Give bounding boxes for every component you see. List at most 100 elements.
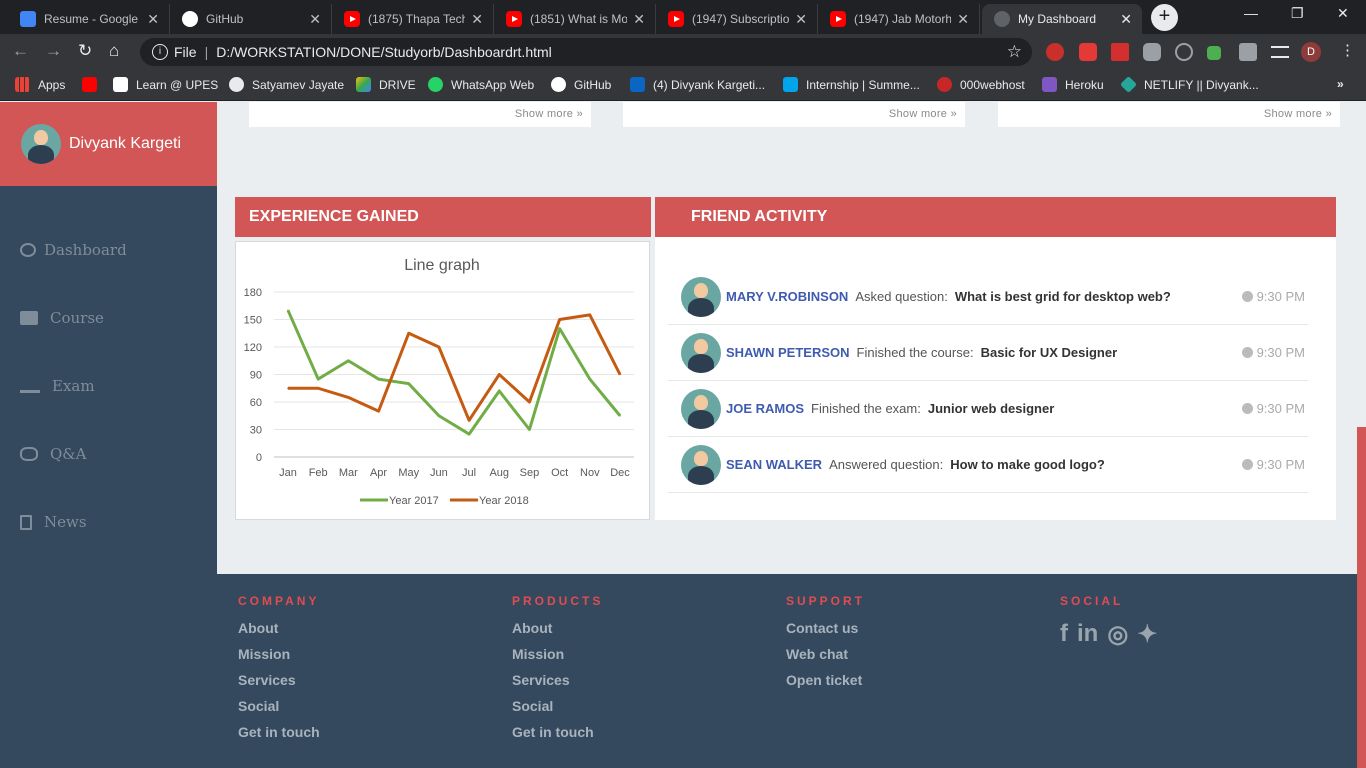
sidebar-item-exam[interactable]: Exam — [20, 377, 95, 395]
extensions-puzzle-icon[interactable] — [1239, 43, 1257, 61]
bookmark-label: Heroku — [1065, 77, 1104, 92]
profile-avatar[interactable]: D — [1301, 42, 1321, 62]
bookmark-label: Learn @ UPES — [136, 77, 219, 92]
tab-youtube-1[interactable]: (1875) Thapa Technical ✕ — [332, 4, 494, 34]
footer-link[interactable]: Get in touch — [512, 724, 603, 750]
show-more-label: Show more — [888, 108, 948, 120]
footer-link[interactable]: Services — [512, 672, 603, 698]
menu-kebab-icon[interactable]: ⋮ — [1340, 41, 1355, 59]
friend-name[interactable]: SHAWN PETERSON — [726, 345, 850, 360]
extension-green-icon[interactable] — [1207, 46, 1221, 60]
show-more-label: Show more — [1263, 108, 1323, 120]
footer-link[interactable]: Services — [238, 672, 320, 698]
footer-heading: COMPANY — [238, 594, 320, 608]
close-icon[interactable]: ✕ — [309, 11, 321, 28]
footer-link[interactable]: Contact us — [786, 620, 865, 646]
footer-heading: PRODUCTS — [512, 594, 604, 608]
clock-icon — [1241, 403, 1253, 414]
tab-youtube-4[interactable]: (1947) Jab Motorh ✕ — [818, 4, 980, 34]
friend-name[interactable]: JOE RAMOS — [726, 401, 804, 416]
clock-icon — [1241, 459, 1253, 470]
more-bookmarks-icon[interactable]: » — [1337, 77, 1344, 91]
bookmark-linkedin[interactable]: (4) Divyank Kargeti... — [630, 77, 765, 92]
footer-link[interactable]: About — [238, 620, 320, 646]
close-icon[interactable]: ✕ — [795, 11, 807, 28]
tab-github[interactable]: GitHub ✕ — [170, 4, 332, 34]
y-tick-label: 180 — [244, 287, 262, 299]
reload-icon[interactable]: ↻ — [78, 41, 92, 61]
footer-link[interactable]: Open ticket — [786, 672, 865, 698]
footer-link[interactable]: About — [512, 620, 603, 646]
facebook-icon[interactable]: f — [1060, 620, 1068, 649]
footer-link[interactable]: Social — [512, 698, 603, 724]
data-point — [528, 401, 531, 403]
profile-name: Divyank Kargeti — [69, 135, 182, 152]
info-icon[interactable]: i — [152, 44, 168, 60]
exam-desk-icon — [20, 379, 40, 393]
bookmark-whatsapp[interactable]: WhatsApp Web — [428, 77, 534, 92]
forward-icon[interactable]: → — [45, 41, 62, 61]
activity-target: How to make good logo? — [950, 457, 1105, 472]
list-item: JOE RAMOS Finished the exam: Junior web … — [668, 381, 1308, 437]
activity-action: Finished the exam: — [811, 401, 921, 416]
close-icon[interactable]: ✕ — [1120, 11, 1132, 28]
close-icon[interactable]: ✕ — [957, 11, 969, 28]
back-icon[interactable]: ← — [12, 41, 29, 61]
footer-link[interactable]: Mission — [512, 646, 603, 672]
close-icon[interactable]: ✕ — [633, 11, 645, 28]
bookmark-heroku[interactable]: Heroku — [1042, 77, 1104, 92]
bookmark-label: Internship | Summe... — [806, 77, 920, 92]
bookmark-label: NETLIFY || Divyank... — [1144, 77, 1259, 92]
sidebar-item-qa[interactable]: Q&A — [20, 445, 86, 463]
close-icon[interactable]: ✕ — [471, 11, 483, 28]
bookmark-internshala[interactable]: Internship | Summe... — [783, 77, 920, 92]
bookmark-netlify[interactable]: NETLIFY || Divyank... — [1120, 76, 1259, 93]
bookmark-000webhost[interactable]: 000webhost — [937, 77, 1025, 92]
camera-extension-icon[interactable] — [1143, 43, 1161, 61]
bookmark-satyamev[interactable]: Satyamev Jayate — [229, 77, 344, 92]
close-icon[interactable]: ✕ — [147, 11, 159, 28]
sidebar-item-course[interactable]: Course — [20, 309, 104, 327]
bookmark-learn-upes[interactable]: Learn @ UPES — [113, 77, 218, 92]
extension-red-icon[interactable] — [1079, 43, 1097, 61]
friend-name[interactable]: SEAN WALKER — [726, 457, 822, 472]
window-close-icon[interactable]: ✕ — [1337, 5, 1349, 22]
friend-name[interactable]: MARY V.ROBINSON — [726, 289, 848, 304]
show-more-link[interactable]: Show more » — [515, 108, 583, 120]
minimize-icon[interactable]: — — [1244, 5, 1258, 21]
yab-extension-icon[interactable] — [1046, 43, 1064, 61]
data-point — [558, 327, 561, 330]
tab-youtube-2[interactable]: (1851) What is Mo ✕ — [494, 4, 656, 34]
bookmark-github[interactable]: GitHub — [551, 77, 611, 92]
footer-link[interactable]: Social — [238, 698, 320, 724]
react-extension-icon[interactable] — [1175, 43, 1193, 61]
tab-my-dashboard[interactable]: My Dashboard ✕ — [982, 4, 1142, 34]
tab-youtube-3[interactable]: (1947) Subscriptions ✕ — [656, 4, 818, 34]
new-tab-button[interactable]: + — [1151, 4, 1178, 31]
restore-icon[interactable]: ❐ — [1291, 5, 1304, 22]
footer-link[interactable]: Web chat — [786, 646, 865, 672]
bookmark-apps[interactable]: Apps — [15, 77, 65, 92]
twitter-icon[interactable]: ✦ — [1137, 620, 1157, 649]
bookmark-youtube[interactable] — [82, 77, 105, 92]
footer-link[interactable]: Mission — [238, 646, 320, 672]
media-control-icon[interactable] — [1271, 46, 1289, 58]
footer-link[interactable]: Get in touch — [238, 724, 320, 750]
sidebar-item-news[interactable]: News — [20, 513, 87, 531]
sidebar-item-dashboard[interactable]: Dashboard — [20, 241, 127, 259]
show-more-link[interactable]: Show more » — [1264, 108, 1332, 120]
friend-activity-list: MARY V.ROBINSON Asked question: What is … — [655, 237, 1336, 520]
bookmark-star-icon[interactable]: ☆ — [1007, 42, 1022, 62]
tab-resume[interactable]: Resume - Google Docs ✕ — [8, 4, 170, 34]
x-tick-label: Jan — [279, 467, 297, 479]
show-more-link[interactable]: Show more » — [889, 108, 957, 120]
webhost-icon — [937, 77, 952, 92]
bookmark-drive[interactable]: DRIVE — [356, 77, 416, 92]
scrollbar-thumb[interactable] — [1357, 427, 1366, 768]
home-icon[interactable]: ⌂ — [109, 41, 119, 61]
pdf-extension-icon[interactable] — [1111, 43, 1129, 61]
course-card: Show more » — [998, 102, 1340, 127]
linkedin-icon[interactable]: in — [1077, 620, 1098, 649]
address-bar[interactable]: i File | D:/WORKSTATION/DONE/Studyorb/Da… — [140, 38, 1032, 66]
instagram-icon[interactable]: ◎ — [1107, 620, 1128, 649]
